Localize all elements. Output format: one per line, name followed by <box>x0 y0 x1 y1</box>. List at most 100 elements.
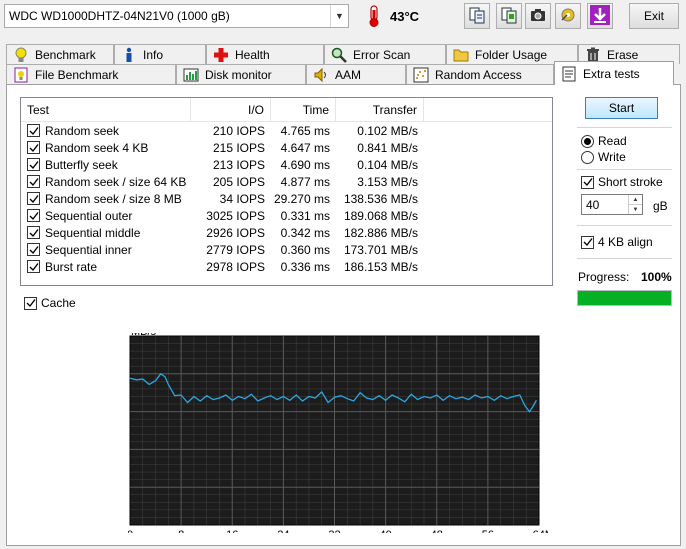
test-name: Butterfly seek <box>45 157 118 172</box>
copy-text-button[interactable] <box>464 3 490 29</box>
short-stroke-label: Short stroke <box>598 175 663 189</box>
drive-options-icon <box>559 6 577 27</box>
short-stroke-checkbox[interactable] <box>581 175 594 189</box>
disk-monitor-icon <box>183 67 199 83</box>
header-test[interactable]: Test <box>21 98 191 121</box>
file-benchmark-icon <box>13 67 29 83</box>
test-name: Sequential inner <box>45 242 132 257</box>
test-checkbox[interactable] <box>27 226 40 239</box>
read-option[interactable]: Read <box>581 134 627 148</box>
table-row[interactable]: Random seek 4 KB 215 IOPS 4.647 ms 0.841 MB… <box>21 139 552 156</box>
test-name: Random seek 4 KB <box>45 140 149 155</box>
transfer-cell: 173.701 MB/s <box>343 242 418 257</box>
thermometer-icon <box>364 4 384 28</box>
table-row[interactable]: Butterfly seek 213 IOPS 4.690 ms 0.104 MB/s <box>21 156 552 173</box>
header-transfer[interactable]: Transfer <box>336 98 424 121</box>
align-option[interactable]: 4 KB align <box>581 235 653 249</box>
table-row[interactable]: Sequential outer 3025 IOPS 0.331 ms 189.068… <box>21 207 552 224</box>
tab-disk-monitor[interactable]: Disk monitor <box>176 64 306 84</box>
tab-info[interactable]: Info <box>114 44 206 64</box>
table-row[interactable]: Sequential inner 2779 IOPS 0.360 ms 173.701… <box>21 241 552 258</box>
write-option[interactable]: Write <box>581 150 626 164</box>
io-cell: 2978 IOPS <box>206 259 265 274</box>
info-icon <box>121 47 137 63</box>
cache-checkbox[interactable] <box>24 296 37 310</box>
test-name: Burst rate <box>45 259 98 274</box>
download-button[interactable] <box>587 3 613 29</box>
test-name: Random seek <box>45 123 120 138</box>
tab-file-benchmark[interactable]: File Benchmark <box>6 64 176 84</box>
time-cell: 0.336 ms <box>280 259 330 274</box>
table-row[interactable]: Sequential middle 2926 IOPS 0.342 ms 182.88… <box>21 224 552 241</box>
random-access-icon <box>413 67 429 83</box>
short-stroke-unit: gB <box>653 199 668 213</box>
y-axis-label: MB/s <box>131 333 157 338</box>
test-checkbox[interactable] <box>27 124 40 137</box>
x-tick-label: 24 <box>277 529 289 533</box>
drive-options-button[interactable] <box>555 3 581 29</box>
radio-selected-dot <box>584 137 591 145</box>
screenshot-button[interactable] <box>525 3 551 29</box>
x-tick-label: 8 <box>178 529 184 533</box>
io-cell: 3025 IOPS <box>206 208 265 223</box>
test-checkbox[interactable] <box>27 243 40 256</box>
io-cell: 34 IOPS <box>219 191 265 206</box>
header-io[interactable]: I/O <box>191 98 271 121</box>
health-cross-icon <box>213 47 229 63</box>
short-stroke-size-value[interactable]: 40 <box>582 198 628 212</box>
x-tick-label: 40 <box>380 529 392 533</box>
tab-aam[interactable]: AAM <box>306 64 406 84</box>
align-checkbox[interactable] <box>581 235 594 249</box>
speaker-icon <box>313 67 329 83</box>
start-button[interactable]: Start <box>585 97 658 119</box>
read-radio[interactable] <box>581 134 594 148</box>
tab-health[interactable]: Health <box>206 44 324 64</box>
write-radio[interactable] <box>581 150 594 164</box>
extra-tests-icon <box>561 66 577 82</box>
time-cell: 0.331 ms <box>280 208 330 223</box>
cache-option[interactable]: Cache <box>24 296 76 310</box>
test-checkbox[interactable] <box>27 192 40 205</box>
tab-label: File Benchmark <box>35 67 119 82</box>
time-cell: 4.765 ms <box>280 123 330 138</box>
tab-random-access[interactable]: Random Access <box>406 64 554 84</box>
short-stroke-size-stepper[interactable]: 40 ▲ ▼ <box>581 194 643 215</box>
drive-select-value: WDC WD1000DHTZ-04N21V0 (1000 gB) <box>9 9 230 23</box>
magnifier-icon <box>331 47 347 63</box>
tab-label: AAM <box>335 67 362 82</box>
exit-button[interactable]: Exit <box>629 3 679 29</box>
test-checkbox[interactable] <box>27 158 40 171</box>
time-cell: 4.877 ms <box>280 174 330 189</box>
table-row[interactable]: Burst rate 2978 IOPS 0.336 ms 186.153 MB/s <box>21 258 552 275</box>
test-checkbox[interactable] <box>27 260 40 273</box>
progress-value: 100% <box>641 270 672 284</box>
drive-select[interactable]: WDC WD1000DHTZ-04N21V0 (1000 gB) ▼ <box>4 4 349 28</box>
chevron-down-icon[interactable]: ▼ <box>330 5 348 27</box>
tab-benchmark[interactable]: Benchmark <box>6 44 114 64</box>
stepper-down-icon[interactable]: ▼ <box>629 204 642 214</box>
test-checkbox[interactable] <box>27 209 40 222</box>
test-cell: Butterfly seek <box>21 158 191 172</box>
separator <box>577 225 672 226</box>
copy-screenshot-button[interactable] <box>496 3 522 29</box>
test-checkbox[interactable] <box>27 175 40 188</box>
tab-extra-tests[interactable]: Extra tests <box>554 61 674 85</box>
stepper-up-icon[interactable]: ▲ <box>629 195 642 204</box>
table-header: Test I/O Time Transfer <box>21 98 552 122</box>
x-tick-label: 32 <box>328 529 340 533</box>
tab-label: Disk monitor <box>205 67 272 82</box>
test-name: Sequential outer <box>45 208 133 223</box>
time-cell: 4.690 ms <box>280 157 330 172</box>
tab-error-scan[interactable]: Error Scan <box>324 44 446 64</box>
progress-bar-fill <box>578 291 671 305</box>
table-row[interactable]: Random seek / size 64 KB 205 IOPS 4.877 ms… <box>21 173 552 190</box>
tab-label: Random Access <box>435 67 522 82</box>
test-checkbox[interactable] <box>27 141 40 154</box>
header-time[interactable]: Time <box>271 98 336 121</box>
table-row[interactable]: Random seek 210 IOPS 4.765 ms 0.102 MB/s <box>21 122 552 139</box>
separator <box>577 258 672 259</box>
folder-icon <box>453 47 469 63</box>
progress-bar <box>577 290 672 306</box>
table-row[interactable]: Random seek / size 8 MB 34 IOPS 29.270 ms 1… <box>21 190 552 207</box>
short-stroke-option[interactable]: Short stroke <box>581 175 663 189</box>
